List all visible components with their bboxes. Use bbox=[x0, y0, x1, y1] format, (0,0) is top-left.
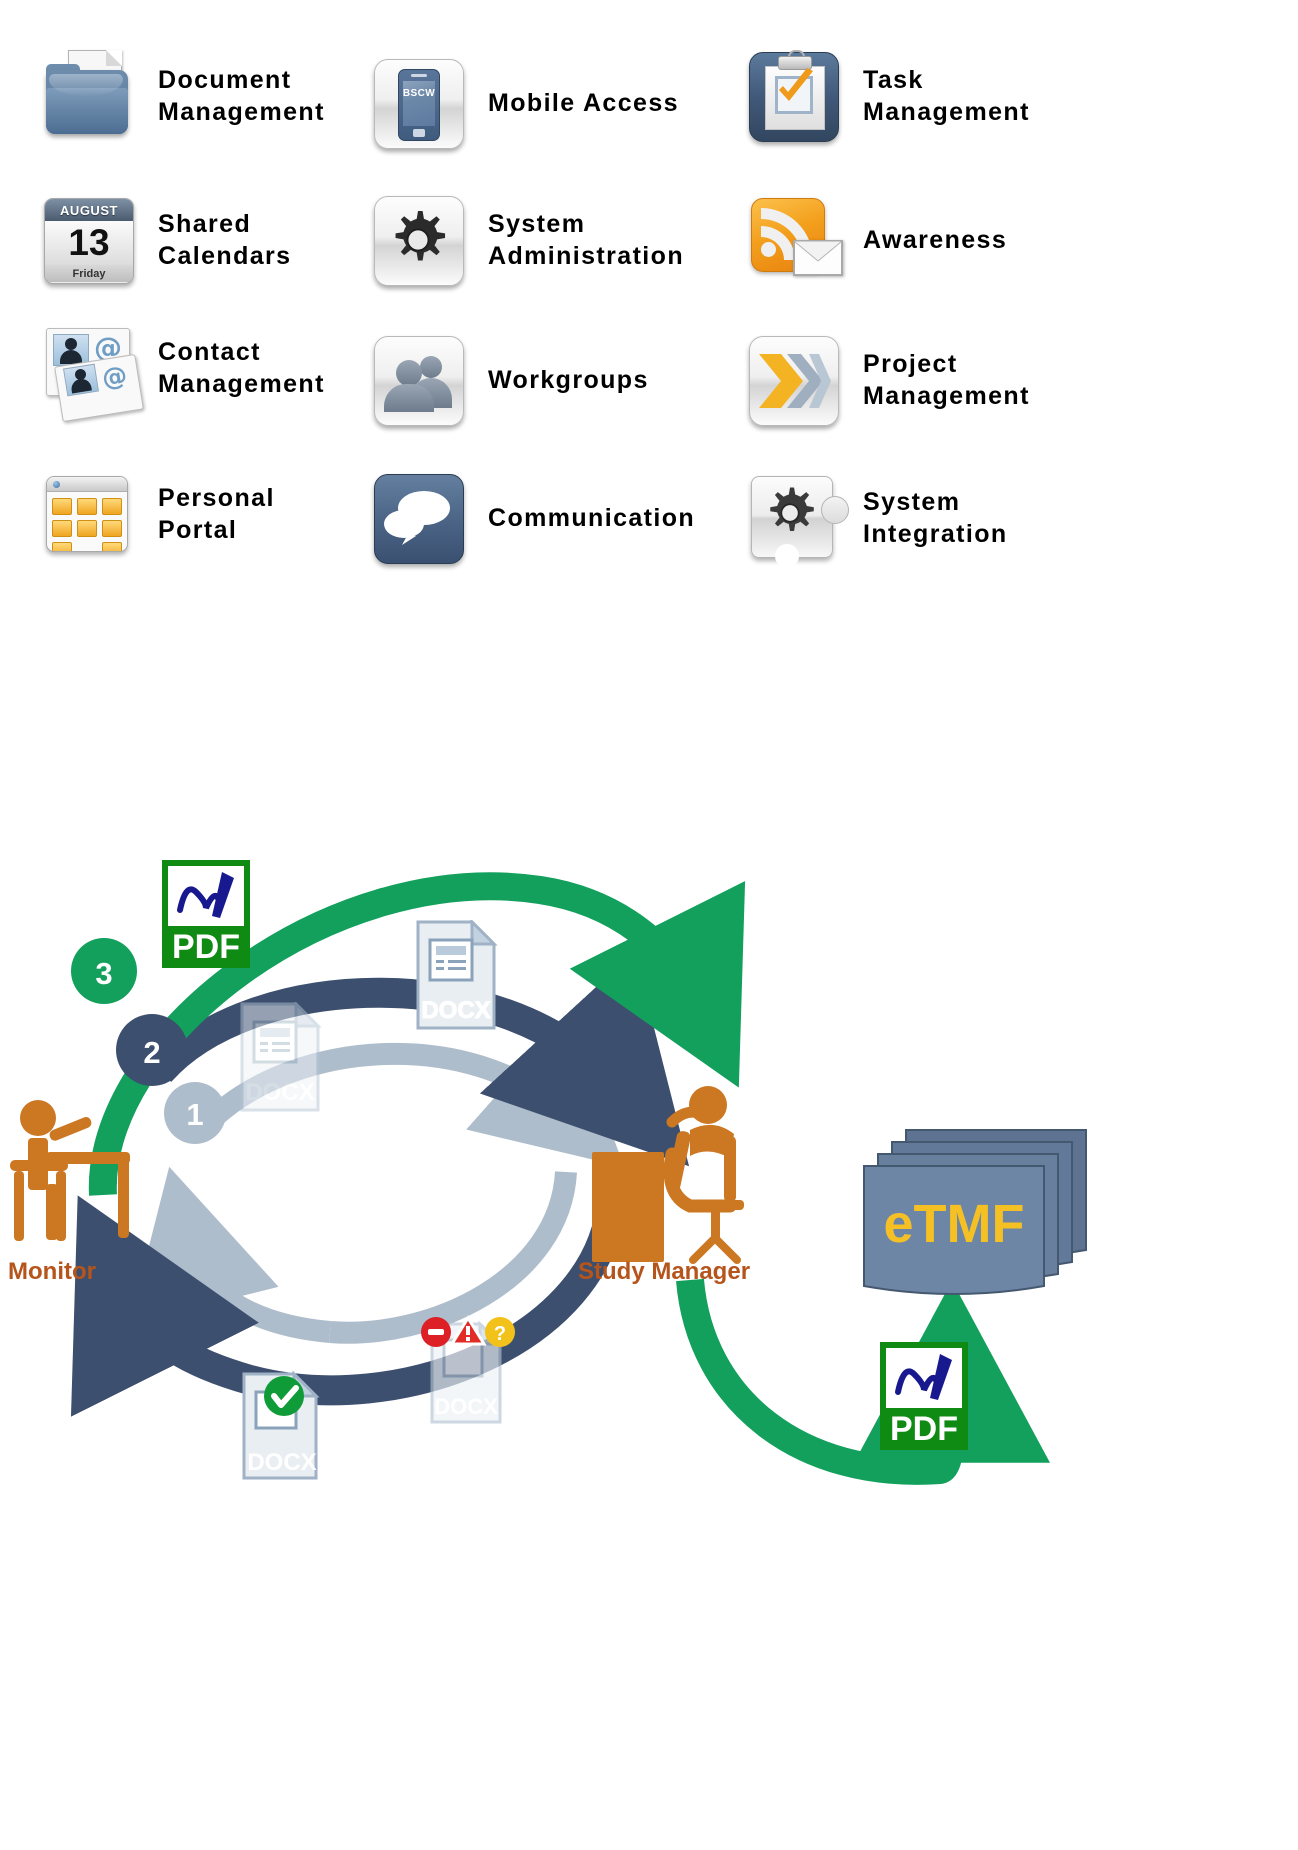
smartphone-screen-text: BSCW bbox=[402, 88, 436, 99]
chat-bubbles-glyph bbox=[384, 491, 450, 545]
contact-cards-icon: @ @ bbox=[40, 320, 144, 423]
document-workflow-diagram: 1 2 3 eTMF Monitor Study Manager PDF PDF… bbox=[0, 780, 1298, 1850]
doc-draft-docx-icon: DOCX bbox=[240, 1002, 322, 1112]
feature-item-document-management[interactable]: Document Management bbox=[40, 48, 325, 144]
feature-item-shared-calendars[interactable]: AUGUST 13 Friday Shared Calendars bbox=[40, 192, 292, 288]
feature-label: Document Management bbox=[158, 66, 325, 126]
step-number-2: 2 bbox=[143, 1035, 160, 1070]
feature-label: Project Management bbox=[863, 350, 1030, 410]
step-node-3: 3 bbox=[71, 938, 137, 1004]
chevron-arrows-glyph bbox=[759, 354, 831, 408]
svg-text:DOCX: DOCX bbox=[247, 1449, 316, 1476]
step-node-2: 2 bbox=[116, 1014, 188, 1086]
feature-label: System Administration bbox=[488, 210, 684, 270]
feature-label: Shared Calendars bbox=[158, 210, 292, 270]
feature-item-awareness[interactable]: Awareness bbox=[745, 192, 1007, 288]
study-manager-label: Study Manager bbox=[578, 1258, 751, 1285]
folder-document-icon bbox=[40, 48, 136, 144]
feature-label: Task Management bbox=[863, 66, 1030, 126]
step-number-1: 1 bbox=[186, 1097, 203, 1132]
feature-label: Awareness bbox=[863, 226, 1008, 254]
clipboard-check-icon bbox=[745, 48, 841, 144]
step-node-1: 1 bbox=[164, 1082, 226, 1144]
check-badge-icon bbox=[264, 1376, 304, 1416]
rss-envelope-icon bbox=[745, 192, 843, 288]
calendar-day: 13 bbox=[45, 221, 133, 265]
feature-item-contact-management[interactable]: @ @ Contact Management bbox=[40, 320, 325, 423]
feature-label: Personal Portal bbox=[158, 484, 275, 544]
feature-label: Contact Management bbox=[158, 338, 325, 398]
doc-signed-pdf-bottom-icon: PDF bbox=[880, 1342, 968, 1450]
puzzle-gear-icon bbox=[745, 470, 849, 568]
feature-item-task-management[interactable]: Task Management bbox=[745, 48, 1030, 144]
doc-rejected-docx-icon: DOCX ? bbox=[421, 1315, 515, 1424]
rss-dot-icon bbox=[761, 242, 776, 257]
study-manager-person-icon bbox=[592, 1086, 744, 1264]
svg-text:DOCX: DOCX bbox=[434, 1394, 498, 1419]
feature-label: Mobile Access bbox=[488, 89, 679, 117]
svg-text:?: ? bbox=[494, 1323, 506, 1345]
feature-label: System Integration bbox=[863, 488, 1008, 548]
smartphone-icon: BSCW bbox=[370, 55, 466, 151]
doc-approved-docx-icon: DOCX bbox=[242, 1370, 320, 1480]
feature-icon-grid: Document Management BSCW Mobile Access T… bbox=[0, 0, 1298, 620]
chevrons-icon bbox=[745, 332, 841, 428]
calendar-weekday: Friday bbox=[45, 265, 133, 282]
speech-bubbles-icon bbox=[370, 470, 466, 566]
feature-item-workgroups[interactable]: Workgroups bbox=[370, 332, 649, 428]
check-mark-icon bbox=[779, 68, 813, 101]
calendar-icon: AUGUST 13 Friday bbox=[40, 192, 136, 288]
users-group-icon bbox=[370, 332, 466, 428]
svg-text:DOCX: DOCX bbox=[421, 997, 490, 1024]
feature-item-personal-portal[interactable]: Personal Portal bbox=[40, 466, 275, 562]
feature-label: Workgroups bbox=[488, 366, 649, 394]
svg-text:DOCX: DOCX bbox=[245, 1079, 314, 1106]
monitor-label: Monitor bbox=[8, 1258, 96, 1285]
etmf-document-stack-icon: eTMF bbox=[863, 1129, 1087, 1295]
portal-layout-icon bbox=[40, 466, 136, 562]
svg-text:PDF: PDF bbox=[890, 1410, 958, 1448]
envelope-icon bbox=[793, 240, 843, 276]
feature-item-communication[interactable]: Communication bbox=[370, 470, 695, 566]
gear-glyph bbox=[770, 487, 814, 531]
step-number-3: 3 bbox=[95, 956, 112, 991]
feature-item-system-integration[interactable]: System Integration bbox=[745, 470, 1008, 568]
feature-item-system-administration[interactable]: System Administration bbox=[370, 192, 684, 288]
feature-item-mobile-access[interactable]: BSCW Mobile Access bbox=[370, 55, 679, 151]
doc-signed-pdf-top-icon: PDF bbox=[162, 860, 250, 968]
gear-icon bbox=[370, 192, 466, 288]
svg-text:PDF: PDF bbox=[172, 928, 240, 966]
feature-item-project-management[interactable]: Project Management bbox=[745, 332, 1030, 428]
feature-label: Communication bbox=[488, 504, 696, 532]
etmf-label: eTMF bbox=[884, 1194, 1025, 1254]
doc-review-docx-icon: DOCX bbox=[416, 920, 498, 1030]
at-symbol-icon: @ bbox=[99, 360, 130, 393]
calendar-month: AUGUST bbox=[45, 199, 133, 221]
gear-glyph bbox=[395, 210, 446, 261]
